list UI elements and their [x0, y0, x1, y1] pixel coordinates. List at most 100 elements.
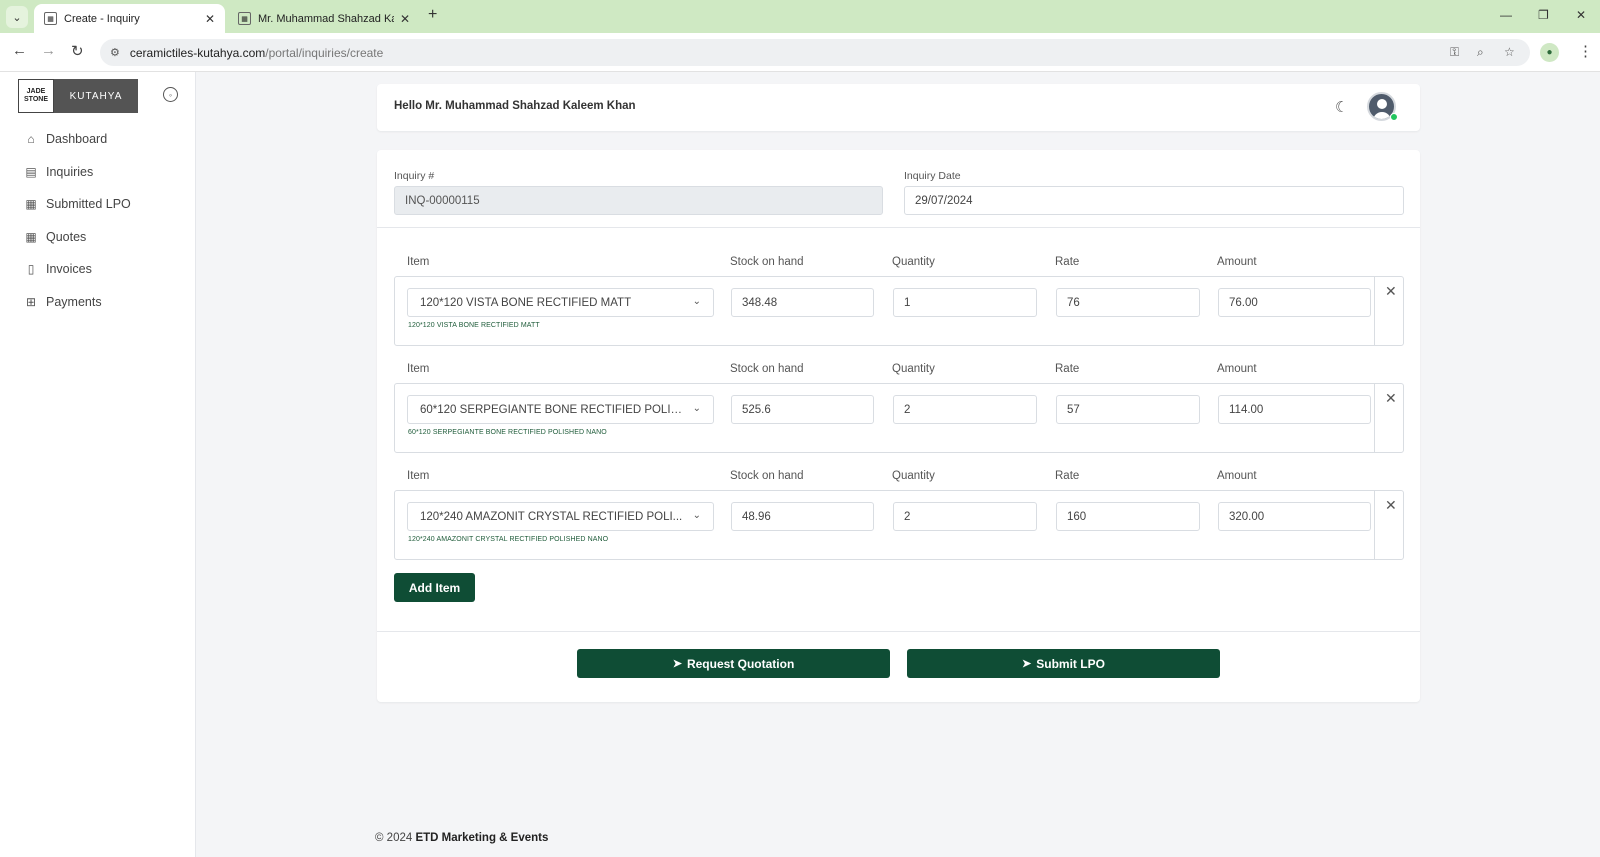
- jade-stone-logo: JADE STONE: [18, 79, 54, 113]
- rate-field[interactable]: 76: [1056, 288, 1200, 317]
- sidebar-item-label: Quotes: [46, 230, 87, 244]
- sidebar-item-submitted-lpo[interactable]: ▦ Submitted LPO: [24, 194, 131, 214]
- back-icon[interactable]: ←: [12, 42, 27, 59]
- stock-on-hand-field: 348.48: [731, 288, 874, 317]
- add-item-button[interactable]: Add Item: [394, 573, 475, 602]
- zoom-icon[interactable]: ⌕: [1477, 45, 1484, 60]
- sidebar-item-dashboard[interactable]: ⌂ Dashboard: [24, 129, 107, 149]
- amount-field: 114.00: [1218, 395, 1371, 424]
- greeting-text: Hello Mr. Muhammad Shahzad Kaleem Khan: [394, 100, 636, 112]
- item-row: 120*240 AMAZONIT CRYSTAL RECTIFIED POLI.…: [394, 490, 1404, 560]
- company-name: ETD Marketing & Events: [415, 832, 549, 844]
- clipboard-search-icon: ▤: [25, 165, 37, 179]
- remove-item-icon[interactable]: ✕: [1385, 497, 1397, 514]
- item-row: 120*120 VISTA BONE RECTIFIED MATT ⌄ 120*…: [394, 276, 1404, 346]
- rate-field[interactable]: 160: [1056, 502, 1200, 531]
- close-tab-icon[interactable]: ✕: [205, 12, 215, 26]
- profile-avatar-icon[interactable]: ●: [1540, 43, 1559, 62]
- browser-menu-icon[interactable]: ⋮: [1578, 42, 1593, 60]
- inquiry-number-field: INQ-00000115: [394, 186, 883, 215]
- sidebar-item-inquiries[interactable]: ▤ Inquiries: [24, 162, 93, 182]
- forward-icon[interactable]: →: [41, 42, 56, 59]
- remove-item-icon[interactable]: ✕: [1385, 390, 1397, 407]
- sidebar-item-invoices[interactable]: ▯ Invoices: [24, 259, 92, 279]
- chevron-down-icon: ⌄: [12, 11, 22, 24]
- bookmark-star-icon[interactable]: ☆: [1504, 45, 1515, 59]
- sidebar-item-quotes[interactable]: ▦ Quotes: [24, 227, 86, 247]
- column-header-item: Item: [407, 256, 430, 268]
- column-header-amount: Amount: [1217, 470, 1257, 482]
- sidebar-item-label: Invoices: [46, 262, 92, 276]
- restore-icon[interactable]: ❐: [1538, 8, 1549, 22]
- sidebar-item-payments[interactable]: ⊞ Payments: [24, 292, 102, 312]
- item-select[interactable]: 120*240 AMAZONIT CRYSTAL RECTIFIED POLI.…: [407, 502, 714, 531]
- browser-tab-inactive[interactable]: ▦ Mr. Muhammad Shahzad Kalee ✕: [228, 4, 420, 33]
- tab-title: Create - Inquiry: [64, 12, 140, 25]
- url-input[interactable]: ⚙ ceramictiles-kutahya.com/portal/inquir…: [100, 39, 1530, 66]
- sidebar-item-label: Dashboard: [46, 132, 108, 146]
- brand-logo[interactable]: JADE STONE KUTAHYA: [18, 79, 138, 113]
- submit-lpo-button[interactable]: ➤ Submit LPO: [907, 649, 1220, 678]
- chevron-down-icon: ⌄: [692, 510, 701, 521]
- calendar-icon: ▦: [25, 197, 37, 211]
- tab-search-button[interactable]: ⌄: [6, 6, 28, 28]
- divider: [377, 227, 1420, 228]
- column-header-amount: Amount: [1217, 256, 1257, 268]
- quantity-input[interactable]: 2: [893, 395, 1037, 424]
- page-favicon-icon: ▦: [44, 12, 57, 25]
- browser-tab-bar: ⌄ ▦ Create - Inquiry ✕ ▦ Mr. Muhammad Sh…: [0, 0, 1600, 33]
- inquiry-number-label: Inquiry #: [394, 170, 435, 182]
- quantity-input[interactable]: 1: [893, 288, 1037, 317]
- new-tab-icon[interactable]: +: [428, 6, 437, 24]
- amount-field: 76.00: [1218, 288, 1371, 317]
- column-header-item: Item: [407, 470, 430, 482]
- page-favicon-icon: ▦: [238, 12, 251, 25]
- rate-field[interactable]: 57: [1056, 395, 1200, 424]
- inquiry-date-label: Inquiry Date: [904, 170, 961, 182]
- inquiry-date-field[interactable]: 29/07/2024: [904, 186, 1404, 215]
- online-status-dot: [1390, 113, 1398, 121]
- kutahya-logo: KUTAHYA: [54, 79, 138, 113]
- send-icon: ➤: [672, 658, 682, 670]
- chevron-down-icon: ⌄: [692, 296, 701, 307]
- close-window-icon[interactable]: ✕: [1576, 8, 1586, 22]
- site-info-icon[interactable]: ⚙: [110, 46, 120, 59]
- column-header-quantity: Quantity: [892, 470, 935, 482]
- sidebar: JADE STONE KUTAHYA ◦ ⌂ Dashboard ▤ Inquir…: [0, 72, 196, 857]
- send-icon: ➤: [1022, 658, 1032, 670]
- item-description: 120*240 AMAZONIT CRYSTAL RECTIFIED POLIS…: [408, 536, 609, 543]
- item-select[interactable]: 60*120 SERPEGIANTE BONE RECTIFIED POLIS.…: [407, 395, 714, 424]
- sidebar-item-label: Submitted LPO: [46, 197, 131, 211]
- column-header-quantity: Quantity: [892, 363, 935, 375]
- dark-mode-toggle-icon[interactable]: ☾: [1335, 98, 1348, 116]
- reload-icon[interactable]: ↻: [71, 42, 84, 60]
- sidebar-item-label: Inquiries: [46, 165, 94, 179]
- divider: [377, 631, 1420, 632]
- copyright-text: © 2024: [375, 832, 413, 844]
- close-tab-icon[interactable]: ✕: [400, 12, 410, 26]
- sidebar-item-label: Payments: [46, 295, 102, 309]
- request-quotation-button[interactable]: ➤ Request Quotation: [577, 649, 890, 678]
- minimize-icon[interactable]: —: [1500, 8, 1512, 22]
- item-select[interactable]: 120*120 VISTA BONE RECTIFIED MATT ⌄: [407, 288, 714, 317]
- amount-field: 320.00: [1218, 502, 1371, 531]
- sidebar-collapse-icon[interactable]: ◦: [163, 87, 178, 102]
- column-header-amount: Amount: [1217, 363, 1257, 375]
- column-header-stock: Stock on hand: [730, 363, 804, 375]
- browser-tab-active[interactable]: ▦ Create - Inquiry ✕: [34, 4, 225, 33]
- item-description: 60*120 SERPEGIANTE BONE RECTIFIED POLISH…: [408, 429, 607, 436]
- inquiry-form-card: Inquiry # INQ-00000115 Inquiry Date 29/0…: [377, 150, 1420, 702]
- footer: © 2024 ETD Marketing & Events: [375, 832, 548, 844]
- column-header-rate: Rate: [1055, 363, 1080, 375]
- column-header-rate: Rate: [1055, 470, 1080, 482]
- password-key-icon[interactable]: ⚿: [1450, 45, 1459, 60]
- column-header-quantity: Quantity: [892, 256, 935, 268]
- item-description: 120*120 VISTA BONE RECTIFIED MATT: [408, 322, 540, 329]
- invoice-icon: ▯: [27, 262, 35, 276]
- chevron-down-icon: ⌄: [692, 403, 701, 414]
- quantity-input[interactable]: 2: [893, 502, 1037, 531]
- url-path: /portal/inquiries/create: [265, 45, 384, 60]
- stock-on-hand-field: 525.6: [731, 395, 874, 424]
- remove-item-icon[interactable]: ✕: [1385, 283, 1397, 300]
- stock-on-hand-field: 48.96: [731, 502, 874, 531]
